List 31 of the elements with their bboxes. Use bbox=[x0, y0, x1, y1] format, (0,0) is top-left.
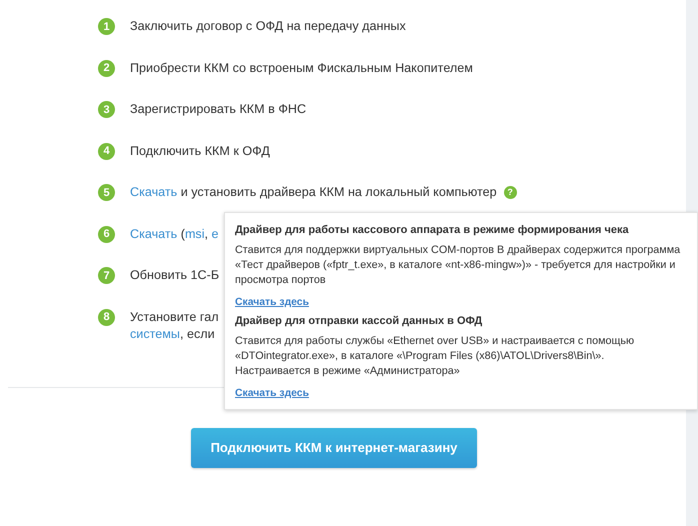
driver-description: Ставится для поддержки виртуальных COM-портов В драйверах содержится программа «Тест драйверов («fptr_t.exe», в каталоге «nt-x86-mingw»)» - требуется для настройки и просмотра портов bbox=[235, 243, 682, 288]
help-icon[interactable]: ? bbox=[504, 186, 517, 199]
step-number: 6 bbox=[98, 226, 115, 242]
step-number: 5 bbox=[98, 184, 115, 201]
step-number: 2 bbox=[98, 60, 115, 76]
step-number: 1 bbox=[98, 18, 115, 35]
step-number: 4 bbox=[98, 142, 115, 160]
step-number: 3 bbox=[98, 101, 115, 118]
driver-title: Драйвер для работы кассового аппарата в режиме формирования чека bbox=[235, 223, 630, 237]
step-text: Приобрести ККМ со встроеным Фискальным Накопителем bbox=[130, 60, 473, 76]
download-link[interactable]: msi bbox=[184, 226, 205, 242]
step-text: Установите гал bbox=[130, 308, 219, 326]
download-link[interactable]: Скачать bbox=[130, 226, 178, 242]
driver-description: Ставится для работы службы «Ethernet over USB» и настраивается с помощью «DTOintegrator.exe», в каталоге «\Program Files (x86)\ATOL\Drivers8\Bin\». Настраивается в режиме «Администратора» bbox=[235, 334, 636, 379]
download-link[interactable]: системы bbox=[130, 326, 180, 342]
download-link[interactable]: Скачать здесь bbox=[235, 388, 309, 399]
step-text: Зарегистрировать ККМ в ФНС bbox=[130, 101, 306, 118]
step-text: Заключить договор с ОФД на передачу данных bbox=[130, 18, 406, 35]
step-text: , если bbox=[180, 326, 215, 342]
step-text: , bbox=[204, 226, 210, 242]
step-number: 7 bbox=[98, 267, 115, 284]
driver-title: Драйвер для отправки кассой данных в ОФД bbox=[235, 314, 484, 328]
download-link[interactable]: e bbox=[212, 226, 219, 242]
step-text: Подключить ККМ к ОФД bbox=[130, 142, 270, 160]
step-text: Обновить 1С-Б bbox=[130, 267, 220, 284]
download-link[interactable]: Скачать здесь bbox=[235, 297, 309, 308]
download-link[interactable]: Скачать bbox=[130, 184, 178, 201]
step-text: и установить драйвера ККМ на локальный компьютер bbox=[180, 184, 497, 201]
connect-button[interactable]: Подключить ККМ к интернет-магазину bbox=[191, 428, 477, 468]
step-text: ( bbox=[180, 226, 185, 242]
step-number: 8 bbox=[98, 308, 115, 326]
